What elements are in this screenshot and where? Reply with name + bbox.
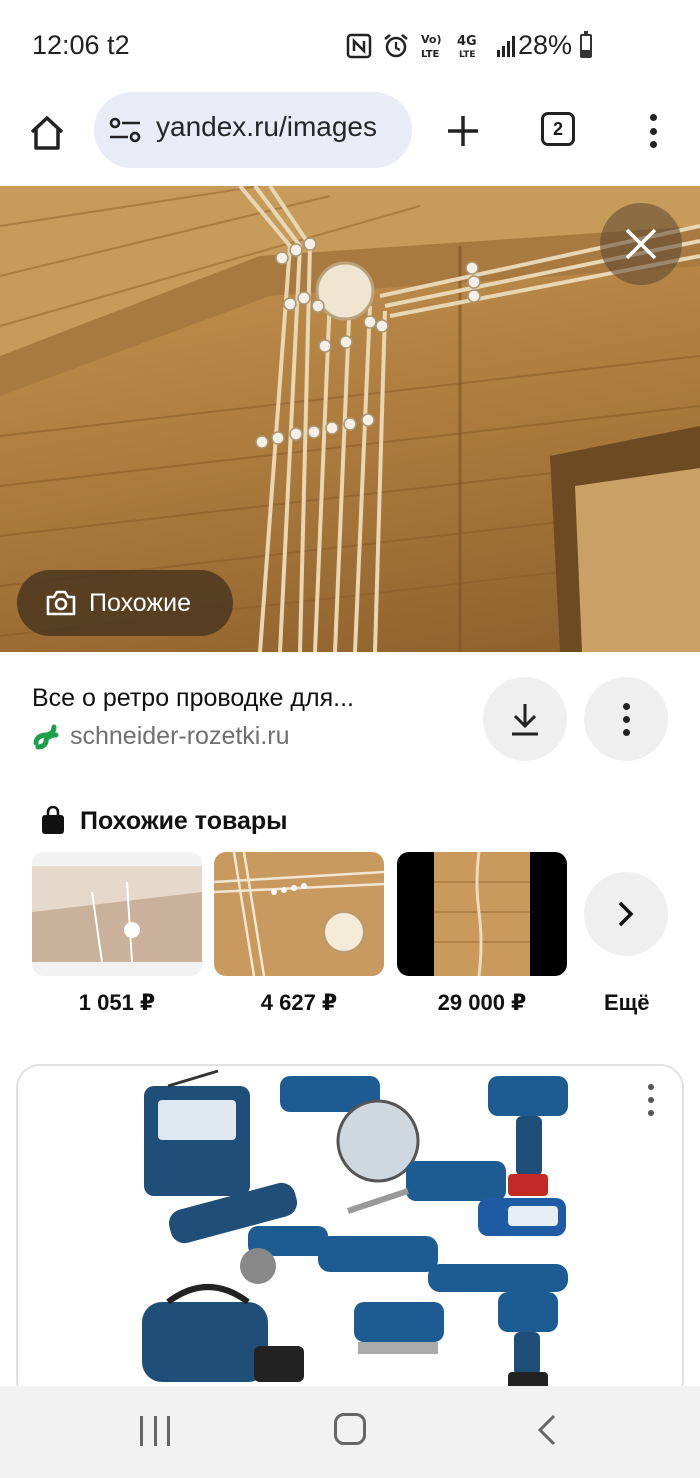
product-thumbnail (214, 852, 384, 976)
more-dot (622, 715, 630, 723)
similar-images-button[interactable]: Похожие (17, 570, 233, 636)
product-card[interactable] (214, 852, 384, 976)
product-card[interactable] (32, 852, 202, 976)
result-card[interactable] (16, 1064, 684, 1404)
url-text[interactable]: yandex.ru/images (156, 111, 377, 143)
more-dot (648, 1084, 654, 1090)
new-tab-button[interactable] (440, 108, 486, 154)
battery-percent: 28% (517, 30, 572, 60)
similar-products-title: Похожие товары (80, 806, 288, 835)
system-navigation-bar (0, 1386, 700, 1478)
source-link[interactable]: schneider-rozetki.ru (32, 722, 290, 751)
svg-text:LTE: LTE (459, 50, 476, 60)
status-icons: Vo) LTE 4G LTE (346, 32, 518, 60)
svg-text:4G: 4G (457, 34, 477, 49)
more-dot (648, 1110, 654, 1116)
source-domain: schneider-rozetki.ru (70, 722, 290, 750)
chevron-right-icon (618, 901, 634, 927)
recent-apps-button[interactable] (140, 1416, 170, 1446)
nfc-icon (346, 33, 372, 59)
recent-line (167, 1416, 170, 1446)
home-button[interactable] (22, 108, 72, 158)
svg-text:LTE: LTE (421, 49, 440, 60)
card-more-button[interactable] (636, 1080, 666, 1120)
similar-images-label: Похожие (89, 588, 192, 617)
browser-toolbar: yandex.ru/images 2 (0, 92, 700, 186)
product-thumbnail (32, 852, 202, 976)
home-nav-button[interactable] (334, 1413, 366, 1445)
tab-count: 2 (552, 118, 563, 139)
result-title[interactable]: Все о ретро проводке для... (32, 684, 354, 713)
product-price: 1 051 ₽ (78, 990, 156, 1015)
camera-icon (46, 590, 76, 616)
alarm-icon (384, 34, 408, 58)
products-next-button[interactable] (584, 872, 668, 956)
more-dot (622, 728, 630, 736)
result-more-button[interactable] (584, 677, 668, 761)
site-settings-icon[interactable] (108, 114, 142, 146)
plus-icon (448, 116, 478, 146)
shopping-bag-icon (42, 806, 64, 834)
network-4g-icon: 4GLTE (457, 34, 477, 60)
recent-line (140, 1416, 143, 1446)
tab-switcher-button[interactable]: 2 (541, 112, 575, 146)
back-icon[interactable] (532, 1412, 562, 1448)
menu-dot (649, 141, 657, 148)
product-price: 29 000 ₽ (437, 990, 527, 1015)
site-favicon-icon (33, 724, 59, 749)
menu-dot (649, 114, 657, 121)
address-bar[interactable]: yandex.ru/images (94, 92, 412, 168)
product-price: 4 627 ₽ (260, 990, 338, 1015)
home-icon (30, 116, 64, 150)
battery-icon (580, 31, 592, 58)
similar-products-header: Похожие товары (40, 806, 288, 836)
product-card[interactable] (397, 852, 567, 976)
power-tools-image (18, 1066, 682, 1402)
volte-icon: Vo) LTE (421, 33, 442, 60)
more-dot (648, 1097, 654, 1103)
svg-text:Vo): Vo) (421, 33, 442, 46)
signal-icon (497, 36, 515, 57)
status-time: 12:06 t2 (32, 30, 130, 60)
download-button[interactable] (483, 677, 567, 761)
recent-line (153, 1416, 157, 1446)
status-bar: 12:06 t2 Vo) LTE 4G LTE 28% (0, 0, 700, 94)
download-icon (512, 704, 538, 736)
product-thumbnail (397, 852, 567, 976)
browser-menu-button[interactable] (638, 108, 668, 154)
more-products-label[interactable]: Ещё (604, 990, 649, 1016)
menu-dot (649, 127, 657, 135)
more-dot (622, 702, 630, 710)
close-icon (625, 228, 657, 260)
close-button[interactable] (600, 203, 682, 285)
